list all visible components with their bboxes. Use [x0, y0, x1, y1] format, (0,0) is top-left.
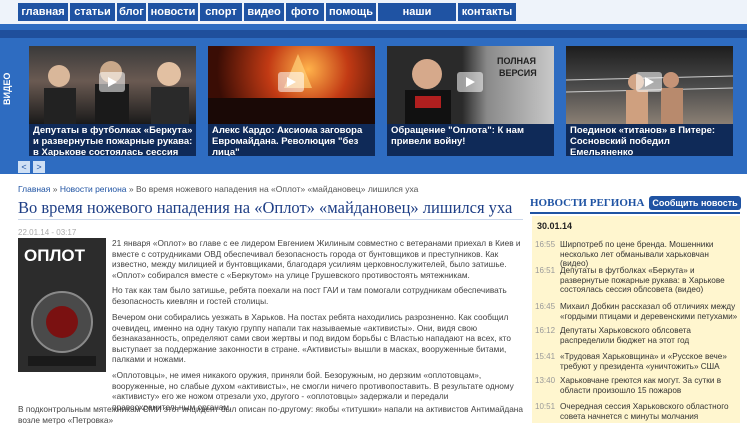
nav-item-video[interactable]: видео: [244, 3, 284, 21]
news-headline-link[interactable]: Депутаты Харьковского облсовета распреде…: [560, 326, 738, 345]
breadcrumb-separator: »: [126, 184, 136, 194]
play-icon[interactable]: [636, 72, 662, 92]
video-thumbnail: ПОЛНАЯ ВЕРСИЯ: [387, 46, 554, 124]
play-icon[interactable]: [278, 72, 304, 92]
nav-item-home[interactable]: главная: [18, 3, 68, 21]
svg-text:ВЕРСИЯ: ВЕРСИЯ: [499, 68, 537, 78]
video-section-label: ВИДЕО: [2, 72, 12, 106]
news-headline-link[interactable]: «Трудовая Харьковщина» и «Русское вече» …: [560, 352, 738, 371]
breadcrumb-current: Во время ножевого нападения на «Оплот» «…: [135, 184, 419, 194]
news-headline-link[interactable]: Ширпотреб по цене бренда. Мошенники неск…: [560, 240, 738, 269]
breadcrumb: Главная » Новости региона » Во время нож…: [18, 184, 418, 194]
regional-news-list: 30.01.14 16:55 Ширпотреб по цене бренда.…: [532, 216, 740, 423]
news-time: 16:12: [535, 326, 556, 335]
sidebar-heading: НОВОСТИ РЕГИОНА: [530, 197, 645, 209]
play-icon[interactable]: [457, 72, 483, 92]
article-paragraph: В подконтрольным мятежникам СМИ этот инц…: [18, 404, 524, 425]
video-thumbnail: [208, 46, 375, 124]
sidebar-divider: [530, 212, 740, 214]
video-caption[interactable]: Обращение "Оплота": К нам привели войну!: [391, 125, 551, 147]
svg-text:ПОЛНАЯ: ПОЛНАЯ: [497, 56, 536, 66]
title-divider: [18, 219, 523, 220]
nav-item-contacts[interactable]: контакты: [458, 3, 516, 21]
video-caption[interactable]: Поединок «титанов» в Питере: Сосновский …: [570, 125, 730, 156]
nav-item-projects[interactable]: наши проекты: [378, 3, 456, 36]
submit-news-button[interactable]: Сообщить новость: [649, 196, 741, 210]
article-title: Во время ножевого нападения на «Оплот» «…: [18, 198, 513, 217]
carousel-prev-button[interactable]: <: [18, 161, 30, 173]
video-thumbnail: [29, 46, 196, 124]
news-headline-link[interactable]: Очередная сессия Харьковского областного…: [560, 402, 738, 421]
nav-item-photo[interactable]: фото: [286, 3, 324, 21]
article-paragraph: 21 января «Оплот» во главе с ее лидером …: [112, 238, 521, 280]
nav-item-news[interactable]: новости: [148, 3, 198, 21]
article-paragraph: Вечером они собирались уезжать в Харьков…: [112, 312, 511, 365]
video-thumbnail: [566, 46, 733, 124]
news-time: 16:51: [535, 266, 556, 275]
video-card[interactable]: Алекс Кардо: Аксиома заговора Евромайдан…: [208, 46, 375, 156]
video-card[interactable]: Депутаты в футболках «Беркута» и разверн…: [29, 46, 196, 156]
news-headline-link[interactable]: Михаил Добкин рассказал об отличиях межд…: [560, 302, 738, 321]
video-card[interactable]: ПОЛНАЯ ВЕРСИЯ Обращение "Оплота": К нам …: [387, 46, 554, 156]
video-carousel: ВИДЕО Депутаты в футболках «Беркута» и р…: [0, 24, 747, 174]
article-paragraph: Но так как там было затишье, ребята поех…: [112, 285, 507, 306]
carousel-next-button[interactable]: >: [33, 161, 45, 173]
breadcrumb-separator: »: [50, 184, 60, 194]
news-headline-link[interactable]: Харьковчане греются как могут. За сутки …: [560, 376, 738, 395]
news-time: 13:40: [535, 376, 556, 385]
nav-item-sport[interactable]: спорт: [200, 3, 242, 21]
breadcrumb-home-link[interactable]: Главная: [18, 184, 50, 194]
news-time: 16:45: [535, 302, 556, 311]
breadcrumb-section-link[interactable]: Новости региона: [60, 184, 127, 194]
news-date: 30.01.14: [537, 221, 573, 231]
video-caption[interactable]: Депутаты в футболках «Беркута» и разверн…: [33, 125, 193, 156]
news-time: 10:51: [535, 402, 556, 411]
top-navigation: главная статьи блог новости спорт видео …: [0, 0, 747, 36]
nav-item-blog[interactable]: блог: [117, 3, 146, 21]
nav-item-articles[interactable]: статьи: [70, 3, 115, 21]
article-photo: ОПЛОТ: [18, 238, 106, 372]
news-time: 16:55: [535, 240, 556, 249]
video-card[interactable]: Поединок «титанов» в Питере: Сосновский …: [566, 46, 733, 156]
nav-item-help[interactable]: помощь: [326, 3, 376, 21]
news-time: 15:41: [535, 352, 556, 361]
article-date: 22.01.14 - 03:17: [18, 228, 77, 237]
news-headline-link[interactable]: Депутаты в футболках «Беркута» и разверн…: [560, 266, 738, 295]
oplot-emblem: [28, 291, 96, 366]
video-caption[interactable]: Алекс Кардо: Аксиома заговора Евромайдан…: [212, 125, 372, 156]
video-band: [0, 30, 747, 38]
play-icon[interactable]: [99, 72, 125, 92]
